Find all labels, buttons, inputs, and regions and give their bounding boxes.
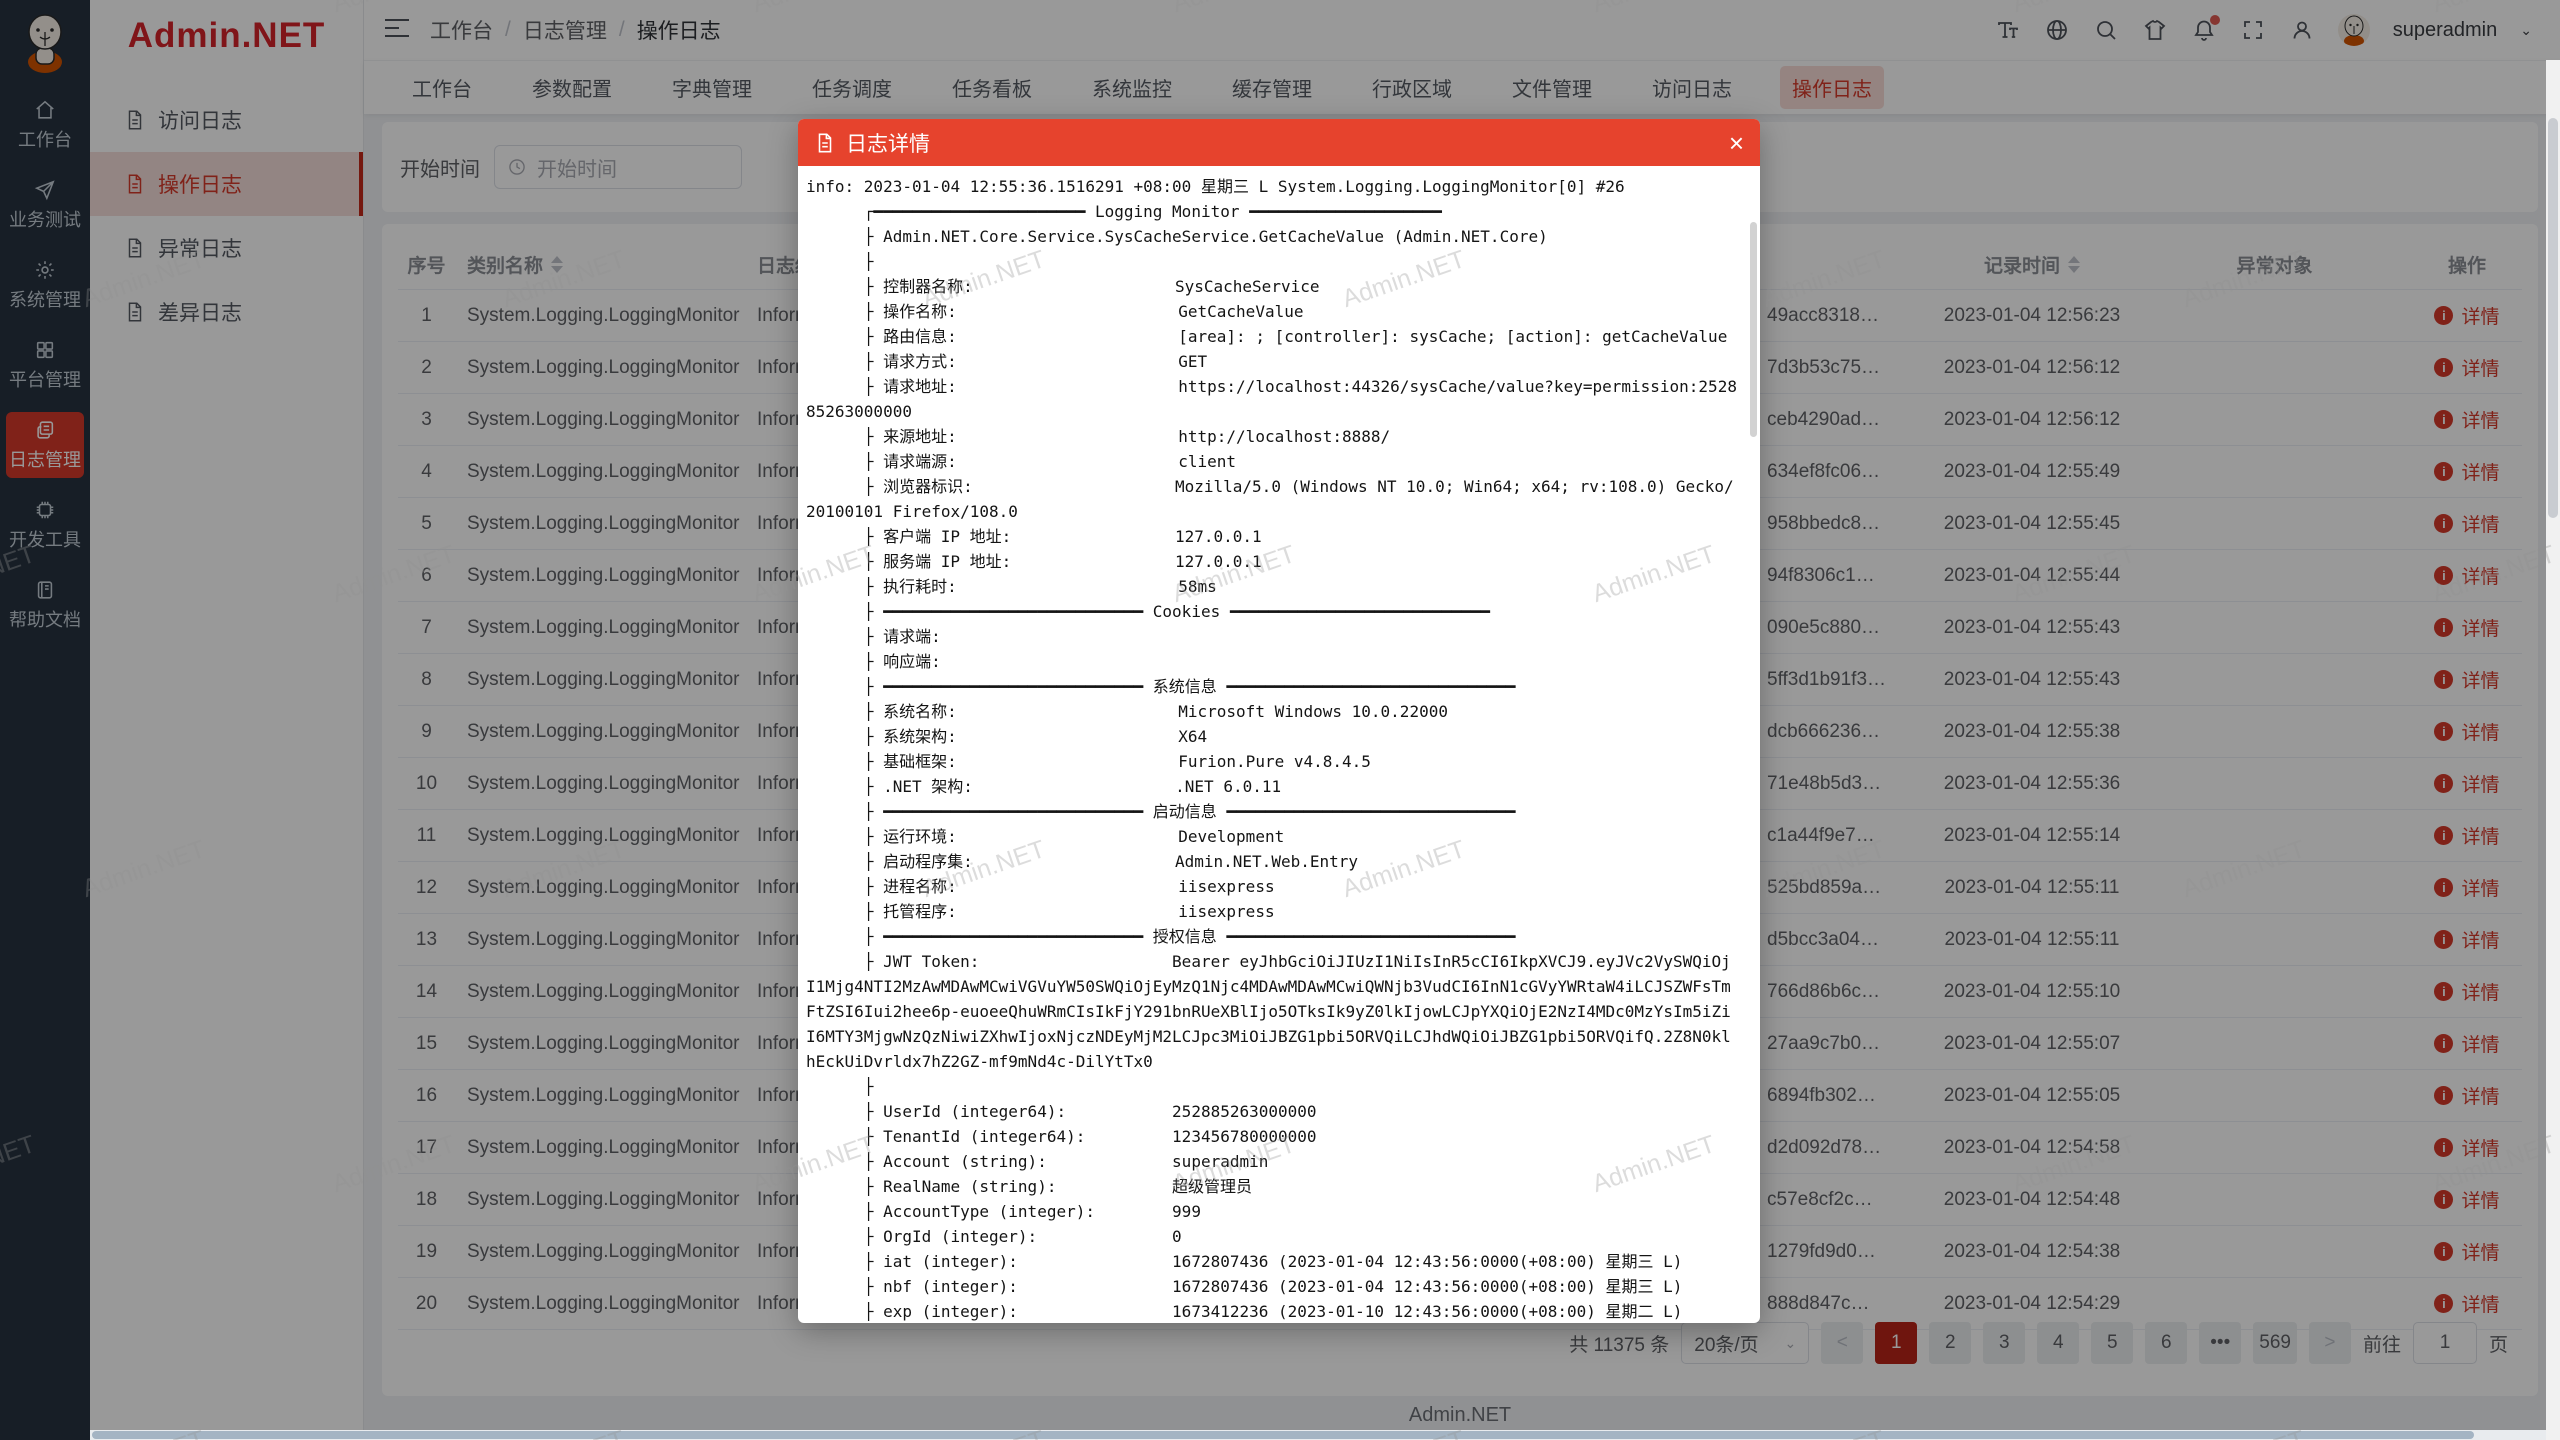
log-detail-content: info: 2023-01-04 12:55:36.1516291 +08:00… bbox=[806, 174, 1740, 1323]
dialog-title: 日志详情 bbox=[846, 128, 930, 158]
horizontal-scrollbar-thumb[interactable] bbox=[92, 1431, 2474, 1439]
dialog-header: 日志详情 × bbox=[798, 119, 1760, 166]
dialog-scrollbar-thumb[interactable] bbox=[1750, 222, 1757, 437]
close-icon[interactable]: × bbox=[1729, 130, 1744, 156]
dialog-body: info: 2023-01-04 12:55:36.1516291 +08:00… bbox=[798, 166, 1760, 1323]
vertical-scrollbar-thumb[interactable] bbox=[2548, 118, 2558, 518]
page-vertical-scrollbar[interactable] bbox=[2546, 60, 2560, 1440]
log-detail-dialog: 日志详情 × info: 2023-01-04 12:55:36.1516291… bbox=[798, 119, 1760, 1323]
page-horizontal-scrollbar[interactable] bbox=[90, 1430, 2546, 1440]
document-icon bbox=[814, 132, 836, 154]
